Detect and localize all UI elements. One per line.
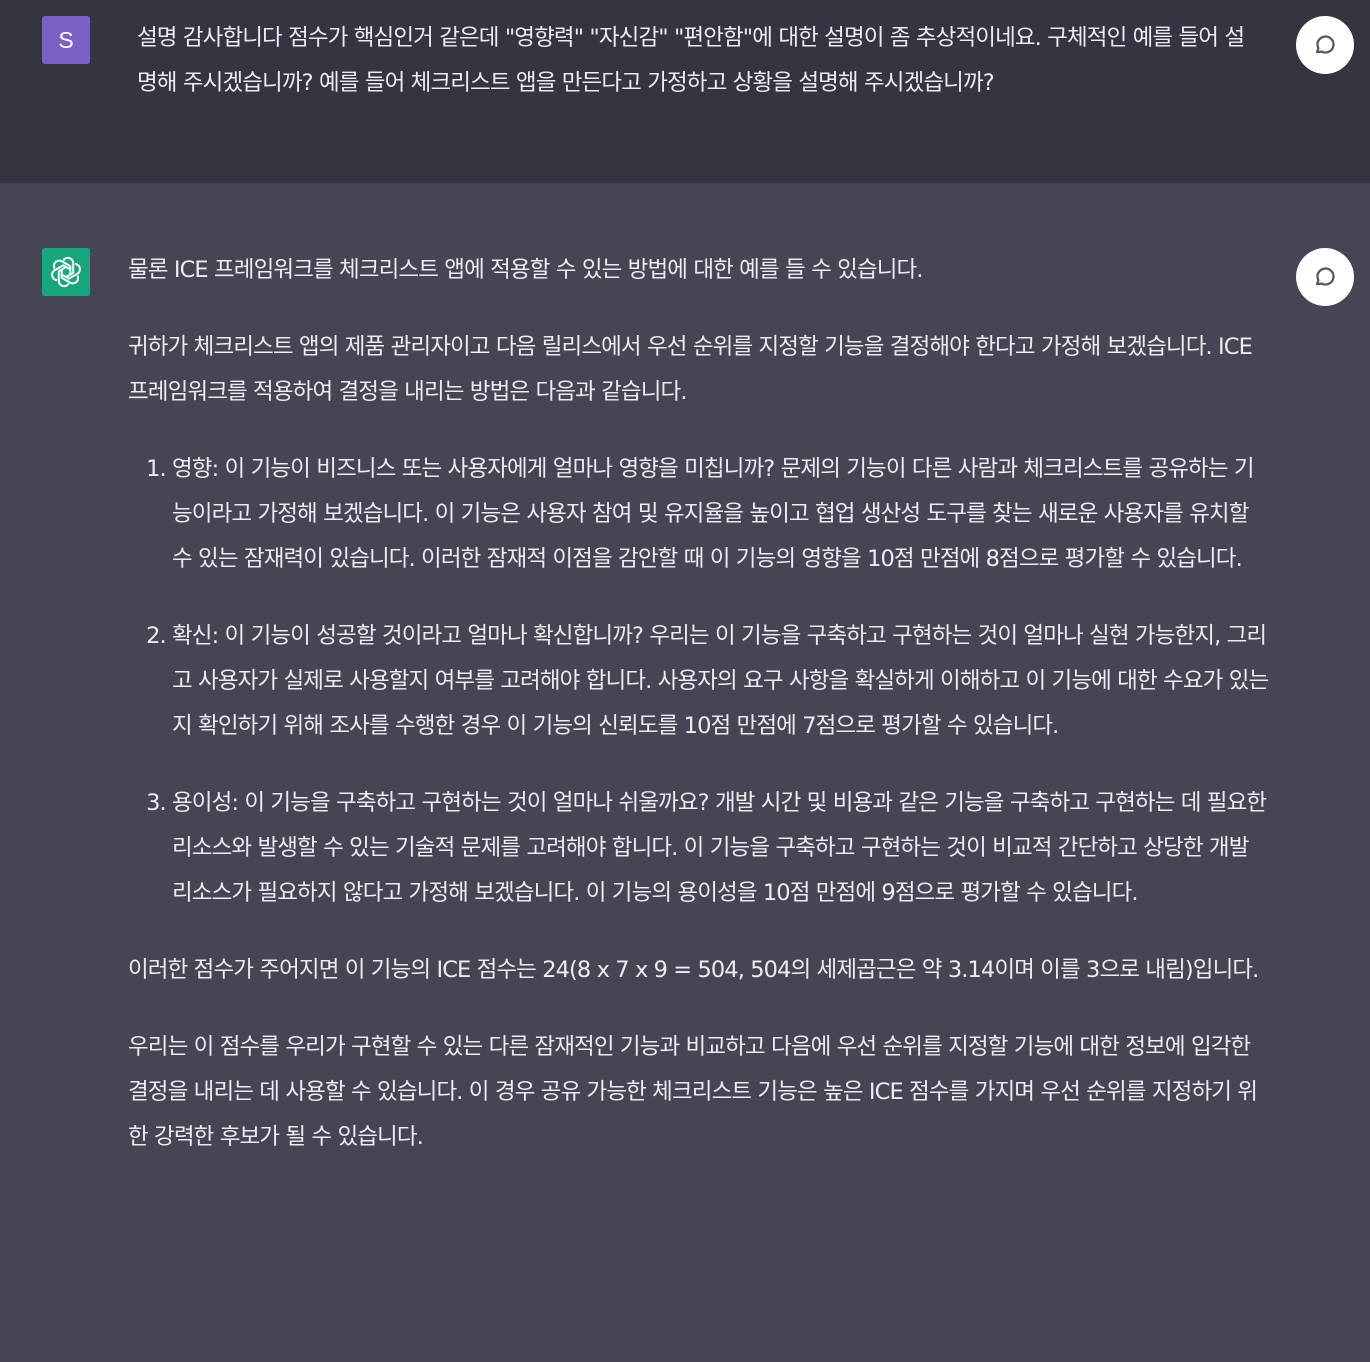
assistant-score-paragraph: 이러한 점수가 주어지면 이 기능의 ICE 점수는 24(8 x 7 x 9 … — [128, 957, 1259, 983]
list-item-impact: 영향: 이 기능이 비즈니스 또는 사용자에게 얼마나 영향을 미칩니까? 문제… — [172, 447, 1270, 582]
assistant-message-content: 물론 ICE 프레임워크를 체크리스트 앱에 적용할 수 있는 방법에 대한 예… — [128, 248, 1270, 1160]
user-message: S 설명 감사합니다 점수가 핵심인거 같은데 "영향력" "자신감" "편안함… — [0, 0, 1370, 183]
assistant-feedback-button[interactable] — [1296, 248, 1354, 306]
assistant-message: 물론 ICE 프레임워크를 체크리스트 앱에 적용할 수 있는 방법에 대한 예… — [0, 183, 1370, 1362]
assistant-intro-paragraph: 물론 ICE 프레임워크를 체크리스트 앱에 적용할 수 있는 방법에 대한 예… — [128, 257, 923, 283]
assistant-context-paragraph: 귀하가 체크리스트 앱의 제품 관리자이고 다음 릴리스에서 우선 순위를 지정… — [128, 334, 1253, 405]
list-item-ease: 용이성: 이 기능을 구축하고 구현하는 것이 얼마나 쉬울까요? 개발 시간 … — [172, 781, 1270, 916]
user-avatar-letter: S — [58, 26, 74, 53]
comment-icon — [1315, 35, 1335, 54]
list-item-confidence: 확신: 이 기능이 성공할 것이라고 얼마나 확신합니까? 우리는 이 기능을 … — [172, 614, 1270, 749]
comment-icon — [1315, 267, 1335, 286]
openai-logo-icon — [51, 256, 81, 288]
ice-criteria-list: 영향: 이 기능이 비즈니스 또는 사용자에게 얼마나 영향을 미칩니까? 문제… — [128, 447, 1270, 916]
user-feedback-button[interactable] — [1296, 16, 1354, 74]
assistant-conclusion-paragraph: 우리는 이 점수를 우리가 구현할 수 있는 다른 잠재적인 기능과 비교하고 … — [128, 1034, 1258, 1150]
user-avatar: S — [42, 16, 90, 64]
user-message-text: 설명 감사합니다 점수가 핵심인거 같은데 "영향력" "자신감" "편안함"에… — [137, 25, 1245, 96]
assistant-avatar — [42, 248, 90, 296]
